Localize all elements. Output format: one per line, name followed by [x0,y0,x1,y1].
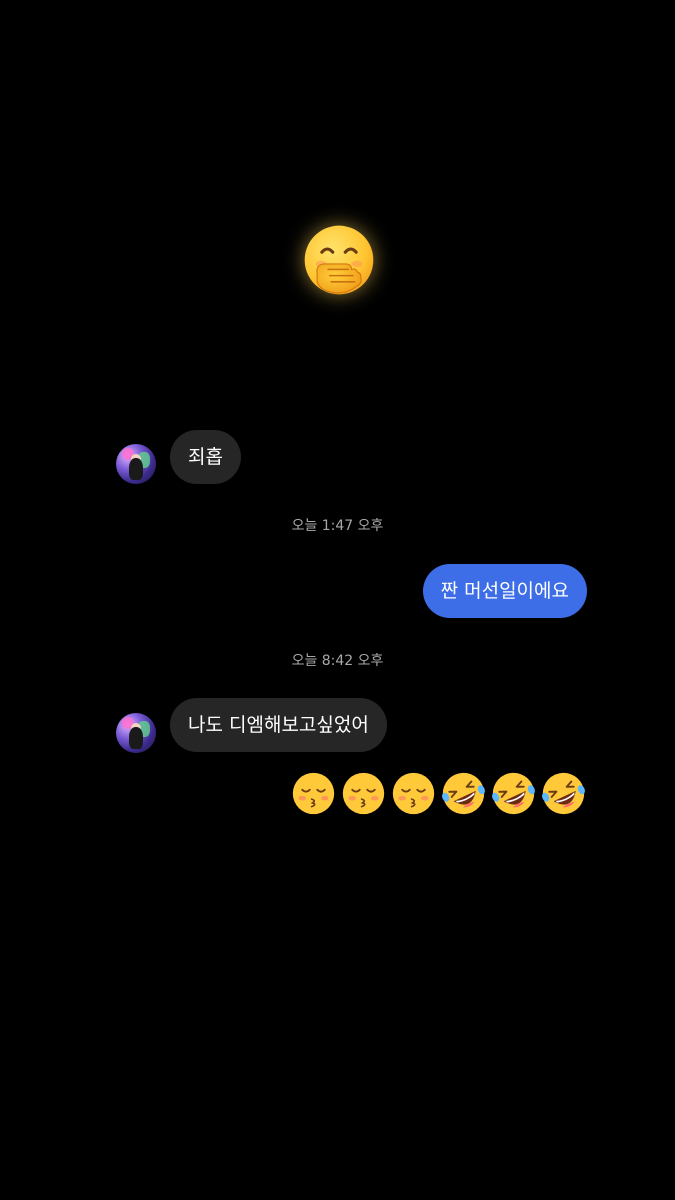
rolling-laughing-emoji-icon [442,772,485,815]
incoming-message-bubble[interactable]: 죄홉 [170,430,241,484]
sender-avatar[interactable] [116,444,156,484]
rolling-laughing-emoji-icon [542,772,585,815]
rolling-laughing-emoji-icon [492,772,535,815]
kissing-closed-eyes-emoji-icon [342,772,385,815]
message-timestamp: 오늘 1:47 오후 [291,518,384,534]
message-timestamp: 오늘 8:42 오후 [291,653,384,669]
outgoing-message-bubble[interactable]: 짠 머선일이에요 [422,564,587,618]
hand-over-mouth-emoji-icon[interactable] [300,221,378,299]
kissing-closed-eyes-emoji-icon [392,772,435,815]
sender-avatar[interactable] [116,713,156,753]
avatar-detail [129,727,143,749]
incoming-message-bubble[interactable]: 나도 디엠해보고싶었어 [170,698,387,752]
outgoing-emoji-message[interactable] [290,770,587,817]
kissing-closed-eyes-emoji-icon [292,772,335,815]
avatar-detail [129,458,143,480]
